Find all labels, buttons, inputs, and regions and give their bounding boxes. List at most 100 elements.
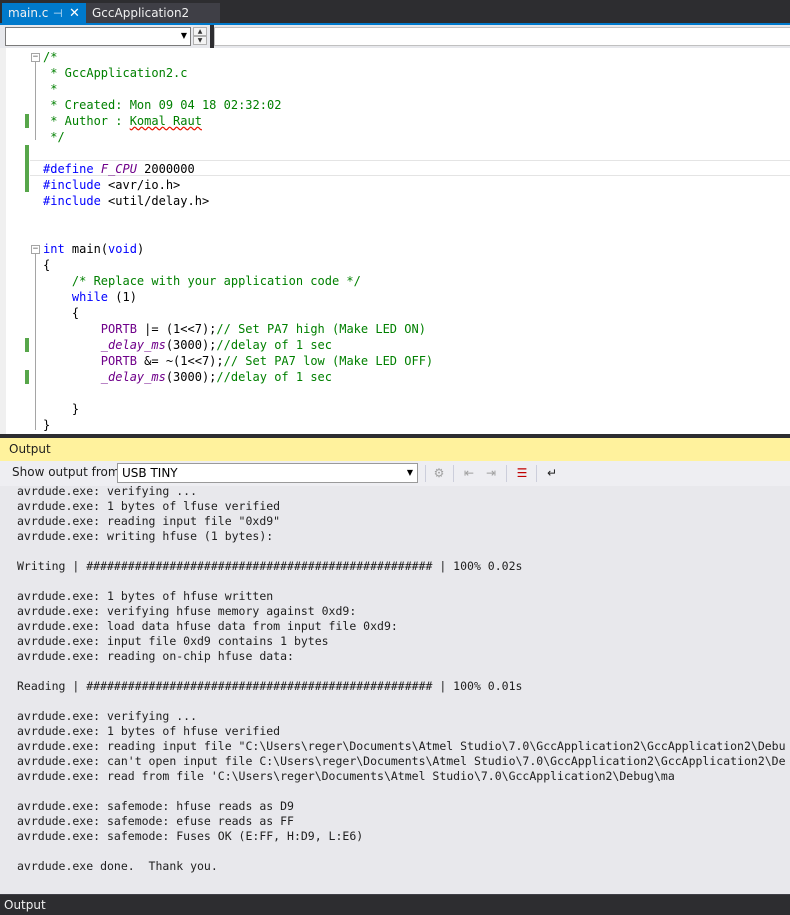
tab-gccapplication2[interactable]: GccApplication2: [86, 3, 220, 24]
code-text: |= (1<<7);: [136, 322, 217, 336]
code-line: {: [43, 306, 80, 320]
change-marker: [25, 114, 29, 128]
tab-label: main.c: [8, 6, 49, 20]
macro-name: PORTB: [43, 322, 137, 336]
include-path: <util/delay.h>: [100, 194, 210, 208]
code-text: &= ~(1<<7);: [136, 354, 224, 368]
output-source-value: USB TINY: [122, 466, 178, 480]
output-line: Writing | ##############################…: [17, 559, 523, 573]
code-line: PORTB |= (1<<7);// Set PA7 high (Make LE…: [43, 321, 426, 337]
editor-margin: [0, 48, 6, 436]
clear-all-icon[interactable]: ☰: [513, 465, 531, 482]
collapse-comment-icon[interactable]: −: [31, 53, 40, 62]
function-macro: _delay_ms: [43, 338, 166, 352]
change-marker: [25, 145, 29, 192]
toolbar-separator: [536, 465, 537, 482]
code-line: PORTB &= ~(1<<7);// Set PA7 low (Make LE…: [43, 353, 433, 369]
code-line: }: [43, 418, 51, 432]
code-editor[interactable]: − − /* * GccApplication2.c * * Created: …: [0, 48, 790, 436]
tab-label: GccApplication2: [92, 6, 190, 20]
output-line: avrdude.exe: writing hfuse (1 bytes):: [17, 529, 274, 543]
output-line: avrdude.exe: 1 bytes of lfuse verified: [17, 499, 281, 513]
member-dropdown[interactable]: [214, 27, 790, 46]
scope-spinner[interactable]: ▲ ▼: [193, 27, 207, 46]
scope-dropdown[interactable]: ▼: [5, 27, 191, 46]
code-line: _delay_ms(3000);//delay of 1 sec: [43, 369, 332, 385]
output-source-dropdown[interactable]: USB TINY ▼: [117, 463, 418, 483]
next-message-icon[interactable]: ⇥: [482, 465, 500, 482]
output-line: avrdude.exe done. Thank you.: [17, 859, 218, 873]
code-line: #include <avr/io.h>: [43, 177, 180, 193]
code-line: int main(void): [43, 241, 144, 257]
show-output-label: Show output from:: [12, 465, 124, 479]
fold-guide: [35, 62, 36, 140]
prev-message-icon[interactable]: ⇤: [460, 465, 478, 482]
output-line: avrdude.exe: safemode: efuse reads as FF: [17, 814, 294, 828]
paren: ): [136, 242, 145, 256]
while-keyword: while: [43, 290, 109, 304]
output-line: avrdude.exe: reading on-chip hfuse data:: [17, 649, 294, 663]
output-line: avrdude.exe: reading input file "C:\User…: [17, 739, 786, 753]
output-line: avrdude.exe: verifying ...: [17, 486, 198, 498]
code-line: *: [43, 82, 58, 96]
while-condition: (1): [108, 290, 137, 304]
code-line: * GccApplication2.c: [43, 66, 188, 80]
toolbar-separator: [506, 465, 507, 482]
find-message-icon[interactable]: ⚙: [430, 465, 448, 482]
code-line: /*: [43, 50, 58, 64]
comment-text: * Author :: [43, 114, 130, 128]
code-text: (3000);: [165, 338, 217, 352]
code-line: /* Replace with your application code */: [43, 274, 361, 288]
output-line: avrdude.exe: 1 bytes of hfuse verified: [17, 724, 281, 738]
code-line: while (1): [43, 289, 137, 305]
chevron-down-icon[interactable]: ▼: [193, 36, 207, 45]
document-tab-bar: main.c ⊣ ✕ GccApplication2: [0, 0, 790, 25]
output-line: avrdude.exe: safemode: hfuse reads as D9: [17, 799, 294, 813]
collapse-main-icon[interactable]: −: [31, 245, 40, 254]
function-macro: _delay_ms: [43, 370, 166, 384]
chevron-down-icon: ▼: [180, 31, 187, 40]
chevron-down-icon: ▼: [406, 468, 413, 477]
close-icon[interactable]: ✕: [69, 3, 80, 24]
author-name: Komal Raut: [129, 114, 202, 128]
output-line: avrdude.exe: verifying ...: [17, 709, 198, 723]
change-marker: [25, 338, 29, 352]
toolbar-separator: [425, 465, 426, 482]
code-text: (3000);: [165, 370, 217, 384]
navigation-bar: ▼ ▲ ▼: [0, 25, 790, 48]
tab-main-c[interactable]: main.c ⊣ ✕: [2, 3, 86, 24]
chevron-up-icon[interactable]: ▲: [193, 27, 207, 36]
type-keyword: int: [43, 242, 65, 256]
code-line: */: [43, 130, 65, 144]
pin-icon[interactable]: ⊣: [53, 3, 63, 24]
macro-name: F_CPU: [100, 162, 137, 176]
code-line: }: [43, 402, 80, 416]
change-marker: [25, 370, 29, 384]
code-line: #define F_CPU 2000000: [43, 161, 195, 177]
output-line: avrdude.exe: safemode: Fuses OK (E:FF, H…: [17, 829, 364, 843]
line-comment: // Set PA7 high (Make LED ON): [216, 322, 426, 336]
output-line: avrdude.exe: read from file 'C:\Users\re…: [17, 769, 675, 783]
output-toolbar: Show output from: USB TINY ▼ ⚙ ⇤ ⇥ ☰ ↵: [0, 461, 790, 486]
output-text-area[interactable]: avrdude.exe: verifying ... avrdude.exe: …: [0, 486, 790, 894]
line-comment: // Set PA7 low (Make LED OFF): [223, 354, 434, 368]
preprocessor-keyword: #include: [43, 178, 101, 192]
output-line: avrdude.exe: load data hfuse data from i…: [17, 619, 398, 633]
preprocessor-keyword: #define: [43, 162, 94, 176]
include-path: <avr/io.h>: [100, 178, 181, 192]
toolbar-separator: [453, 465, 454, 482]
code-line: {: [43, 258, 51, 272]
paren: (: [100, 242, 109, 256]
bottom-tab-bar: Output: [0, 894, 790, 915]
output-line: avrdude.exe: input file 0xd9 contains 1 …: [17, 634, 329, 648]
output-line: avrdude.exe: can't open input file C:\Us…: [17, 754, 786, 768]
output-line: avrdude.exe: reading input file "0xd9": [17, 514, 281, 528]
void-keyword: void: [108, 242, 137, 256]
function-name: main: [64, 242, 101, 256]
code-line: #include <util/delay.h>: [43, 193, 209, 209]
output-tab[interactable]: Output: [4, 896, 46, 914]
macro-name: PORTB: [43, 354, 137, 368]
word-wrap-icon[interactable]: ↵: [543, 465, 561, 482]
output-line: Reading | ##############################…: [17, 679, 523, 693]
code-line: _delay_ms(3000);//delay of 1 sec: [43, 337, 332, 353]
